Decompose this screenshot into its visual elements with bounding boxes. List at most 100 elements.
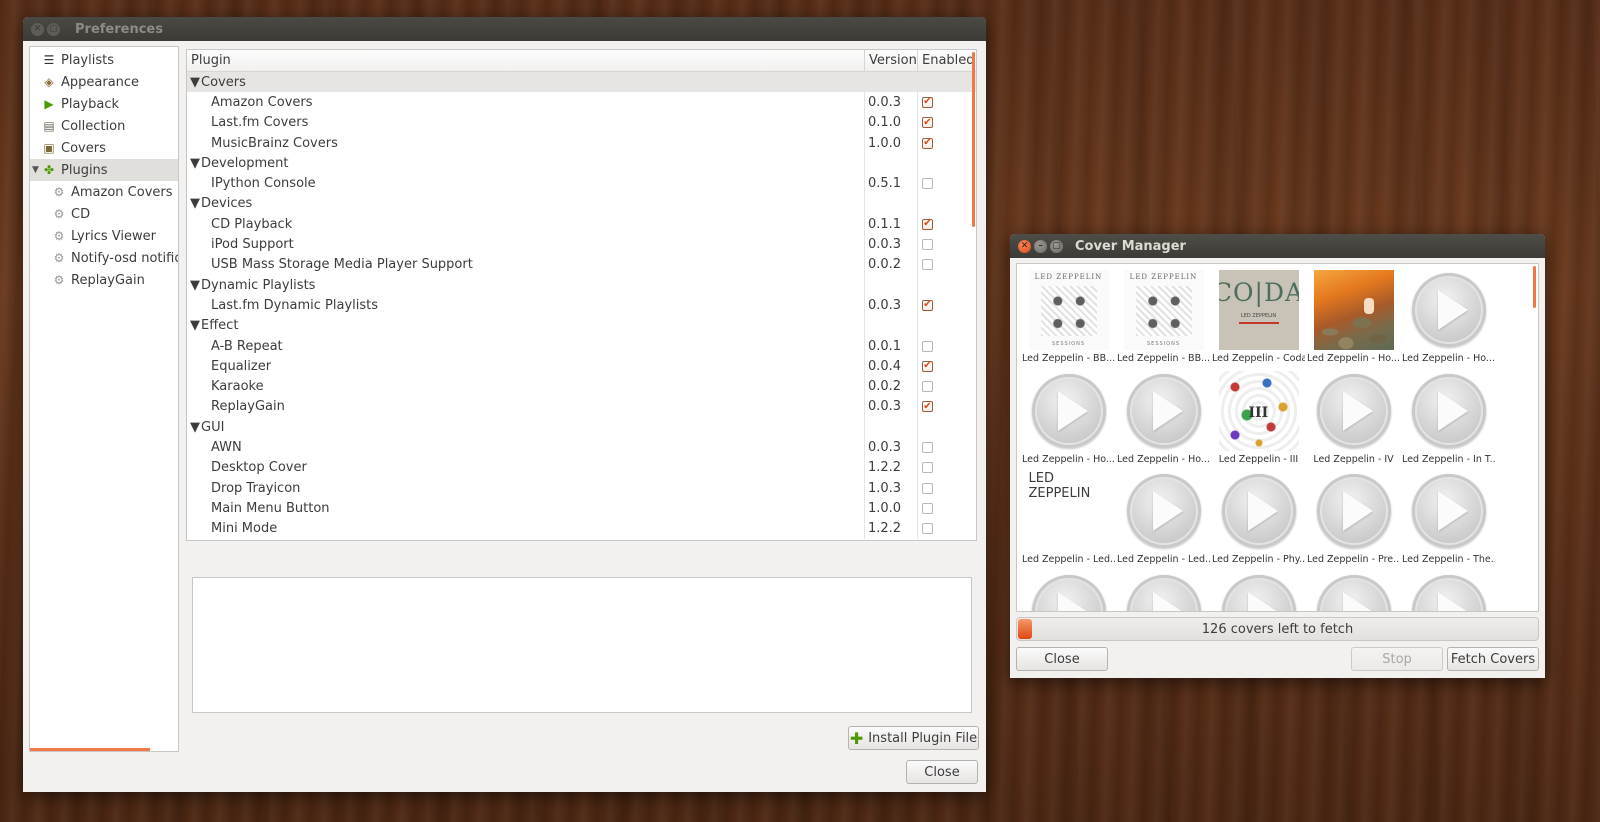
cover-item[interactable]: Led Zeppelin - Pre...: [1306, 465, 1401, 566]
cover-item[interactable]: LED ZEPPELIN Led Zeppelin - Led...: [1021, 465, 1116, 566]
cover-item[interactable]: Led Zeppelin - Led...: [1116, 465, 1211, 566]
enabled-checkbox[interactable]: [922, 502, 933, 514]
sidebar-plugin-item[interactable]: ⚙ Notify-osd notifica: [30, 247, 178, 269]
cover-item[interactable]: LED ZEPPELIN SESSIONS Led Zeppelin - BB...: [1021, 264, 1116, 365]
cover-item[interactable]: [1021, 566, 1116, 611]
album-cover-image: LED ZEPPELIN: [1029, 471, 1109, 551]
table-row[interactable]: CD Playback 0.1.1 ✔: [187, 214, 976, 235]
category-row[interactable]: ▼ Effect: [187, 315, 976, 336]
sidebar-plugin-item[interactable]: ⚙ CD: [30, 203, 178, 225]
table-row[interactable]: Amazon Covers 0.0.3 ✔: [187, 92, 976, 113]
column-version[interactable]: Version: [865, 50, 918, 71]
table-row[interactable]: Equalizer 0.0.4 ✔: [187, 356, 976, 377]
table-row[interactable]: Mini Mode 1.2.2: [187, 518, 976, 539]
enabled-checkbox[interactable]: [922, 259, 933, 271]
column-enabled[interactable]: Enabled: [918, 50, 975, 71]
enabled-checkbox[interactable]: [922, 482, 933, 494]
minimize-icon[interactable]: –: [1034, 239, 1047, 253]
album-art-stripe: [1238, 322, 1279, 324]
stop-button[interactable]: Stop: [1351, 647, 1443, 671]
sidebar-item-appearance[interactable]: ◈ Appearance: [30, 71, 178, 93]
expander-icon[interactable]: ▼: [32, 165, 39, 175]
no-cover-play-icon: [1221, 474, 1296, 548]
cover-item[interactable]: III Led Zeppelin - III: [1211, 365, 1306, 466]
table-row[interactable]: Desktop Cover 1.2.2: [187, 457, 976, 478]
table-row[interactable]: Karaoke 0.0.2: [187, 376, 976, 397]
cover-item[interactable]: CO|DA LED ZEPPELIN Led Zeppelin - Coda: [1211, 264, 1306, 365]
cover-item[interactable]: Led Zeppelin - Ho...: [1306, 264, 1401, 365]
enabled-checkbox[interactable]: [922, 239, 933, 251]
enabled-checkbox[interactable]: [922, 441, 933, 453]
cover-item[interactable]: Led Zeppelin - In T...: [1401, 365, 1496, 466]
maximize-icon[interactable]: ▢: [1050, 239, 1063, 253]
enabled-checkbox[interactable]: ✔: [922, 401, 933, 413]
sidebar-item-covers[interactable]: ▣ Covers: [30, 137, 178, 159]
cover-item[interactable]: Led Zeppelin - Ho...: [1401, 264, 1496, 365]
table-row[interactable]: iPod Support 0.0.3: [187, 234, 976, 255]
table-row[interactable]: MusicBrainz Covers 1.0.0 ✔: [187, 132, 976, 154]
table-row[interactable]: Main Menu Button 1.0.0: [187, 498, 976, 519]
cover-item[interactable]: Led Zeppelin - Ho...: [1116, 365, 1211, 466]
version-cell: [865, 274, 918, 296]
table-row[interactable]: IPython Console 0.5.1: [187, 173, 976, 194]
maximize-icon[interactable]: ▢: [47, 22, 60, 36]
cover-label: Led Zeppelin - Ho...: [1307, 353, 1400, 364]
close-icon[interactable]: ✕: [1018, 239, 1031, 253]
table-row[interactable]: A-B Repeat 0.0.1: [187, 335, 976, 357]
enabled-checkbox[interactable]: [922, 523, 933, 535]
album-art-figure: [1363, 298, 1374, 314]
category-row[interactable]: ▼ Covers: [187, 72, 976, 93]
plugin-version: 0.0.3: [868, 94, 902, 110]
cover-scrollbar[interactable]: [1533, 266, 1536, 308]
cover-item[interactable]: Led Zeppelin - IV: [1306, 365, 1401, 466]
enabled-checkbox[interactable]: ✔: [922, 117, 933, 129]
sidebar-item-collection[interactable]: ▤ Collection: [30, 115, 178, 137]
cover-item[interactable]: [1401, 566, 1496, 611]
enabled-checkbox[interactable]: ✔: [922, 96, 933, 108]
install-plugin-button[interactable]: ✚ Install Plugin File: [848, 726, 979, 750]
close-button[interactable]: Close: [906, 760, 978, 784]
category-row[interactable]: ▼ Dynamic Playlists: [187, 274, 976, 296]
cover-item[interactable]: Led Zeppelin - Phy...: [1211, 465, 1306, 566]
category-row[interactable]: ▼ Devices: [187, 193, 976, 215]
close-icon[interactable]: ✕: [31, 22, 44, 36]
table-scrollbar[interactable]: [972, 52, 975, 227]
cover-item[interactable]: LED ZEPPELIN SESSIONS Led Zeppelin - BB...: [1116, 264, 1211, 365]
table-row[interactable]: AWN 0.0.3: [187, 437, 976, 458]
category-label: Development: [201, 155, 289, 171]
table-row[interactable]: Last.fm Covers 0.1.0 ✔: [187, 112, 976, 133]
fetch-covers-button[interactable]: Fetch Covers: [1447, 647, 1539, 671]
enabled-checkbox[interactable]: [922, 381, 933, 393]
cover-item[interactable]: Led Zeppelin - Ho...: [1021, 365, 1116, 466]
table-row[interactable]: USB Mass Storage Media Player Support 0.0…: [187, 254, 976, 275]
sidebar-item-playlists[interactable]: ☰ Playlists: [30, 49, 178, 71]
cover-item[interactable]: [1116, 566, 1211, 611]
category-row[interactable]: ▼ Development: [187, 153, 976, 174]
sidebar-plugin-item[interactable]: ⚙ ReplayGain: [30, 269, 178, 291]
enabled-checkbox[interactable]: [922, 178, 933, 190]
enabled-checkbox[interactable]: ✔: [922, 137, 933, 149]
column-plugin[interactable]: Plugin: [187, 50, 865, 71]
enabled-checkbox[interactable]: [922, 340, 933, 352]
table-row[interactable]: Last.fm Dynamic Playlists 0.0.3 ✔: [187, 295, 976, 316]
cover-item[interactable]: [1211, 566, 1306, 611]
version-cell: 0.0.3: [865, 295, 918, 316]
plugin-name-cell: USB Mass Storage Media Player Support: [187, 254, 865, 275]
album-art-text: CO|DA: [1219, 278, 1299, 307]
close-button[interactable]: Close: [1016, 647, 1108, 671]
table-row[interactable]: Drop Trayicon 1.0.3: [187, 477, 976, 499]
sidebar-item-plugins[interactable]: ▼ ✤ Plugins: [30, 159, 178, 181]
cover-label: Led Zeppelin - Phy...: [1212, 554, 1305, 565]
cover-manager-titlebar: ✕ – ▢ Cover Manager: [1010, 234, 1545, 258]
sidebar-plugin-item[interactable]: ⚙ Lyrics Viewer: [30, 225, 178, 247]
table-row[interactable]: ReplayGain 0.0.3 ✔: [187, 396, 976, 418]
sidebar-item-playback[interactable]: ▶ Playback: [30, 93, 178, 115]
sidebar-plugin-item[interactable]: ⚙ Amazon Covers: [30, 181, 178, 203]
enabled-checkbox[interactable]: ✔: [922, 299, 933, 311]
cover-item[interactable]: Led Zeppelin - The...: [1401, 465, 1496, 566]
enabled-checkbox[interactable]: ✔: [922, 218, 933, 230]
enabled-checkbox[interactable]: [922, 462, 933, 474]
enabled-checkbox[interactable]: ✔: [922, 360, 933, 372]
cover-item[interactable]: [1306, 566, 1401, 611]
category-row[interactable]: ▼ GUI: [187, 417, 976, 438]
